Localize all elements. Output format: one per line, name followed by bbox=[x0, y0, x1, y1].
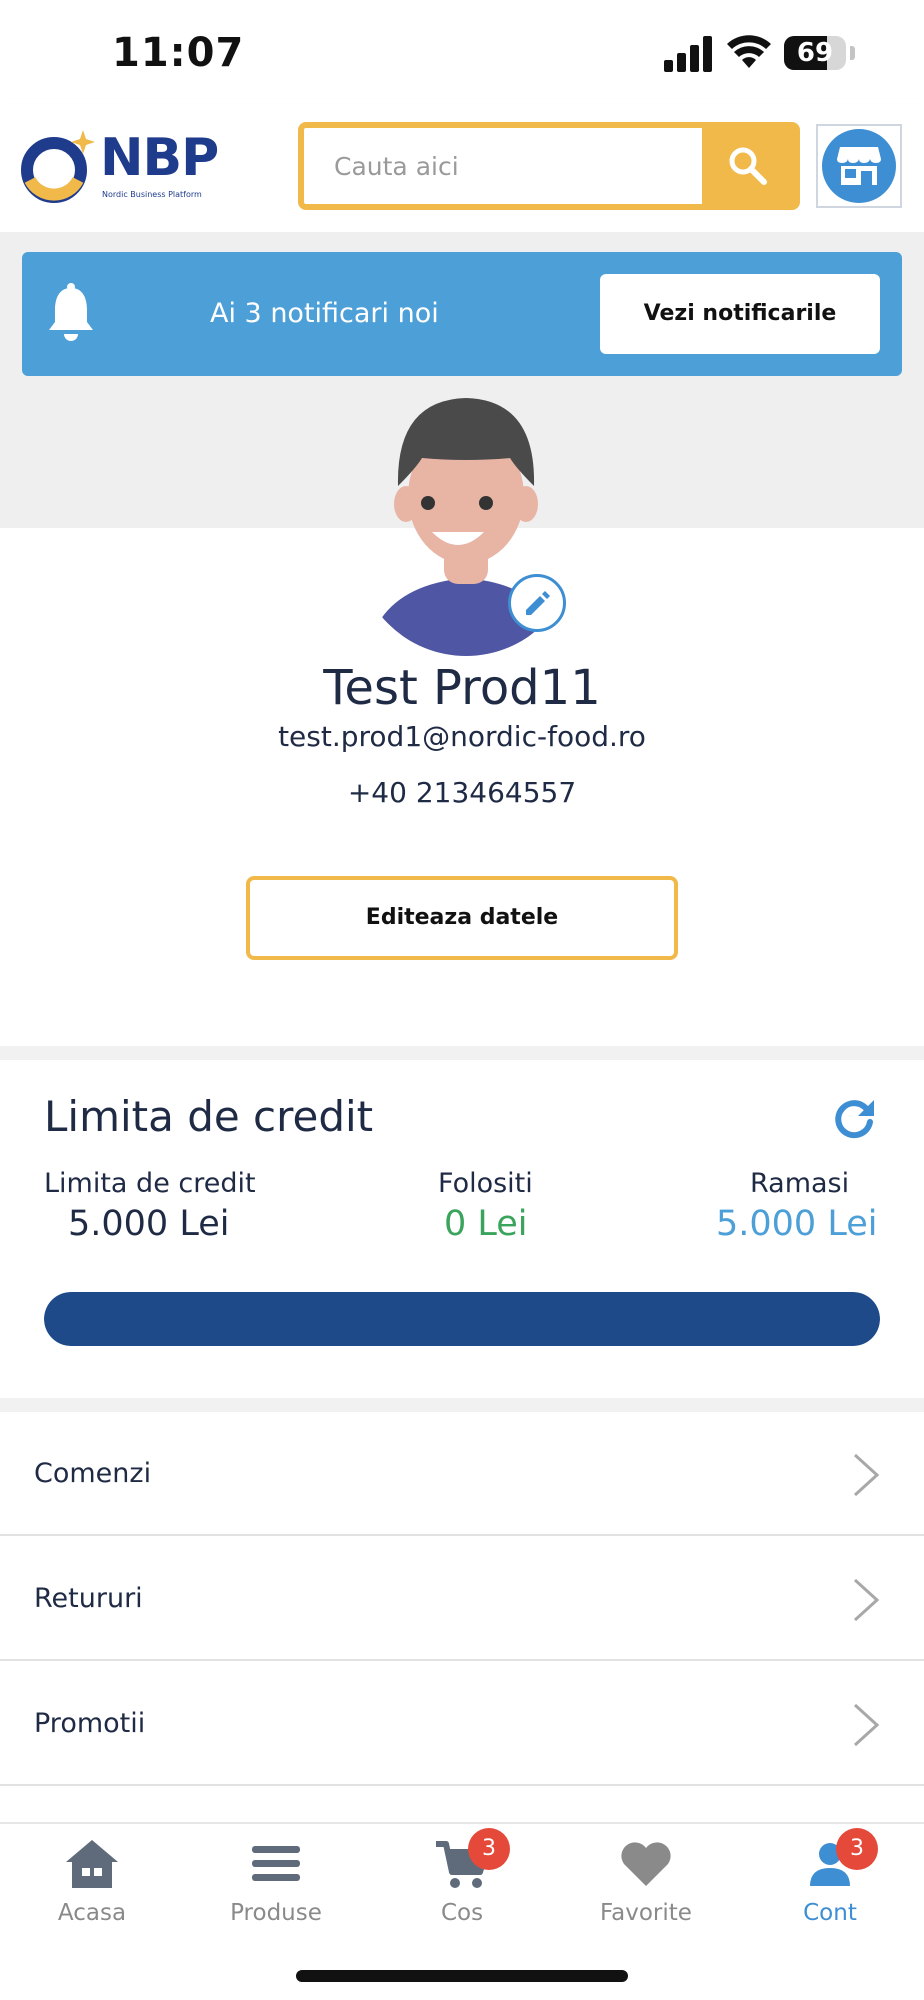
credit-limit-value: 5.000 Lei bbox=[68, 1204, 230, 1244]
chevron-right-icon bbox=[853, 1578, 880, 1622]
credit-progress-bar bbox=[44, 1292, 880, 1346]
menu-item-label: Comenzi bbox=[34, 1458, 152, 1489]
logo-text: NBP bbox=[100, 128, 219, 188]
menu-item-label: Retururi bbox=[34, 1583, 143, 1614]
user-email: test.prod1@nordic-food.ro bbox=[278, 720, 646, 753]
edit-avatar-button[interactable] bbox=[508, 574, 566, 632]
menu-item-label: Promotii bbox=[34, 1708, 146, 1739]
wifi-icon bbox=[727, 35, 771, 68]
store-icon bbox=[837, 147, 881, 185]
user-name: Test Prod11 bbox=[323, 660, 601, 716]
credit-title: Limita de credit bbox=[44, 1092, 374, 1141]
account-badge: 3 bbox=[836, 1828, 878, 1870]
app-header: NBP Nordic Business Platform bbox=[0, 100, 924, 232]
home-indicator bbox=[296, 1970, 628, 1982]
nav-label: Cont bbox=[803, 1900, 857, 1926]
nav-label: Produse bbox=[230, 1900, 322, 1926]
status-bar: 11:07 69 bbox=[0, 0, 924, 100]
logo-subtitle: Nordic Business Platform bbox=[102, 190, 202, 199]
search-bar bbox=[298, 122, 800, 210]
credit-remaining-value: 5.000 Lei bbox=[716, 1204, 878, 1244]
battery-tip bbox=[850, 46, 855, 60]
status-time: 11:07 bbox=[112, 30, 245, 76]
cellular-signal-icon bbox=[664, 36, 712, 72]
nbp-logo[interactable]: NBP Nordic Business Platform bbox=[20, 128, 219, 208]
view-notifications-button[interactable]: Vezi notificarile bbox=[600, 274, 880, 354]
notification-text: Ai 3 notificari noi bbox=[210, 298, 439, 329]
nav-label: Acasa bbox=[57, 1900, 127, 1926]
battery-percent: 69 bbox=[796, 38, 834, 68]
menu-item-promotii[interactable]: Promotii bbox=[0, 1662, 924, 1786]
notification-banner: Ai 3 notificari noi Vezi notificarile bbox=[22, 252, 902, 376]
credit-progress-fill bbox=[44, 1292, 880, 1346]
chevron-right-icon bbox=[853, 1703, 880, 1747]
nav-item-cont[interactable]: 3 Cont bbox=[740, 1824, 920, 1944]
nav-item-acasa[interactable]: Acasa bbox=[2, 1824, 182, 1944]
credit-used-value: 0 Lei bbox=[444, 1204, 528, 1244]
credit-used-label: Folositi bbox=[438, 1168, 533, 1199]
cart-badge: 3 bbox=[468, 1828, 510, 1870]
nav-label: Cos bbox=[440, 1900, 484, 1926]
menu-item-retururi[interactable]: Retururi bbox=[0, 1537, 924, 1661]
section-divider bbox=[0, 1398, 924, 1412]
pencil-icon bbox=[526, 591, 550, 615]
credit-limit-label: Limita de credit bbox=[44, 1168, 256, 1199]
chevron-right-icon bbox=[853, 1453, 880, 1497]
bell-icon bbox=[49, 283, 93, 341]
menu-item-comenzi[interactable]: Comenzi bbox=[0, 1412, 924, 1536]
store-icon-circle bbox=[822, 129, 896, 203]
refresh-icon[interactable] bbox=[830, 1094, 878, 1142]
credit-remaining-label: Ramasi bbox=[750, 1168, 850, 1199]
nav-item-favorite[interactable]: Favorite bbox=[556, 1824, 736, 1944]
section-divider bbox=[0, 1046, 924, 1060]
logo-mark-icon bbox=[21, 130, 95, 203]
edit-profile-button[interactable]: Editeaza datele bbox=[246, 876, 678, 960]
search-input[interactable] bbox=[304, 128, 704, 204]
home-icon bbox=[66, 1840, 118, 1888]
nav-label: Favorite bbox=[600, 1900, 692, 1926]
menu-icon bbox=[252, 1846, 300, 1881]
user-phone: +40 213464557 bbox=[347, 776, 577, 809]
search-button[interactable] bbox=[702, 128, 794, 204]
search-icon bbox=[729, 147, 767, 185]
heart-icon bbox=[621, 1842, 671, 1886]
nav-item-produse[interactable]: Produse bbox=[186, 1824, 366, 1944]
store-button[interactable] bbox=[816, 124, 902, 208]
battery-indicator: 69 bbox=[784, 36, 846, 70]
nav-item-cos[interactable]: 3 Cos bbox=[372, 1824, 552, 1944]
